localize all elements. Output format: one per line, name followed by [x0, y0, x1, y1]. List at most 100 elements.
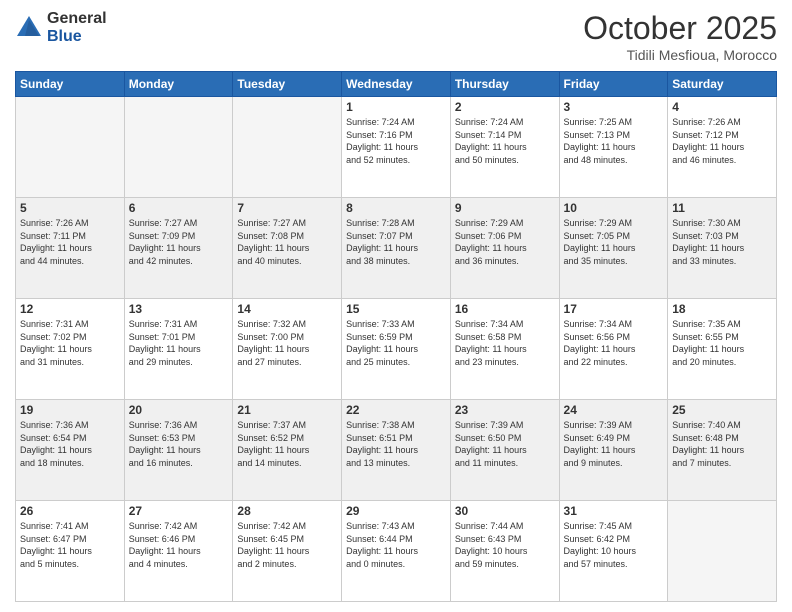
day-info: Sunrise: 7:45 AMSunset: 6:42 PMDaylight:…: [564, 520, 664, 570]
calendar-day-cell: 17 Sunrise: 7:34 AMSunset: 6:56 PMDayligh…: [559, 299, 668, 400]
day-number: 6: [129, 201, 229, 215]
day-info: Sunrise: 7:29 AMSunset: 7:06 PMDaylight:…: [455, 217, 555, 267]
day-info: Sunrise: 7:35 AMSunset: 6:55 PMDaylight:…: [672, 318, 772, 368]
day-info: Sunrise: 7:40 AMSunset: 6:48 PMDaylight:…: [672, 419, 772, 469]
day-header-sunday: Sunday: [16, 72, 125, 97]
calendar-day-cell: 8Sunrise: 7:28 AMSunset: 7:07 PMDaylight…: [342, 198, 451, 299]
calendar-day-cell: 5 Sunrise: 7:26 AMSunset: 7:11 PMDaylight…: [16, 198, 125, 299]
day-number: 29: [346, 504, 446, 518]
calendar: SundayMondayTuesdayWednesdayThursdayFrid…: [15, 71, 777, 602]
calendar-day-cell: 11 Sunrise: 7:30 AMSunset: 7:03 PMDayligh…: [668, 198, 777, 299]
day-info: Sunrise: 7:42 AMSunset: 6:45 PMDaylight:…: [237, 520, 337, 570]
calendar-day-cell: 25 Sunrise: 7:40 AMSunset: 6:48 PMDayligh…: [668, 400, 777, 501]
day-info: Sunrise: 7:34 AMSunset: 6:56 PMDaylight:…: [564, 318, 664, 368]
calendar-day-cell: 7 Sunrise: 7:27 AMSunset: 7:08 PMDaylight…: [233, 198, 342, 299]
day-info: Sunrise: 7:39 AMSunset: 6:50 PMDaylight:…: [455, 419, 555, 469]
calendar-day-cell: 22 Sunrise: 7:38 AMSunset: 6:51 PMDayligh…: [342, 400, 451, 501]
logo-text: General Blue: [47, 10, 107, 45]
calendar-header-row: SundayMondayTuesdayWednesdayThursdayFrid…: [16, 72, 777, 97]
day-number: 25: [672, 403, 772, 417]
location: Tidili Mesfioua, Morocco: [583, 47, 777, 63]
day-info: Sunrise: 7:26 AMSunset: 7:11 PMDaylight:…: [20, 217, 120, 267]
calendar-day-cell: 21Sunrise: 7:37 AMSunset: 6:52 PMDayligh…: [233, 400, 342, 501]
day-number: 5: [20, 201, 120, 215]
day-info: Sunrise: 7:33 AMSunset: 6:59 PMDaylight:…: [346, 318, 446, 368]
day-number: 20: [129, 403, 229, 417]
day-info: Sunrise: 7:36 AMSunset: 6:53 PMDaylight:…: [129, 419, 229, 469]
day-number: 7: [237, 201, 337, 215]
day-number: 14: [237, 302, 337, 316]
calendar-day-cell: [668, 501, 777, 602]
day-info: Sunrise: 7:42 AMSunset: 6:46 PMDaylight:…: [129, 520, 229, 570]
logo-blue-text: Blue: [47, 28, 107, 46]
calendar-day-cell: 4 Sunrise: 7:26 AMSunset: 7:12 PMDaylight…: [668, 97, 777, 198]
logo-general-text: General: [47, 10, 107, 28]
day-number: 17: [564, 302, 664, 316]
calendar-day-cell: 14 Sunrise: 7:32 AMSunset: 7:00 PMDayligh…: [233, 299, 342, 400]
day-number: 3: [564, 100, 664, 114]
day-info: Sunrise: 7:36 AMSunset: 6:54 PMDaylight:…: [20, 419, 120, 469]
day-info: Sunrise: 7:26 AMSunset: 7:12 PMDaylight:…: [672, 116, 772, 166]
calendar-day-cell: [233, 97, 342, 198]
title-block: October 2025 Tidili Mesfioua, Morocco: [583, 10, 777, 63]
month-title: October 2025: [583, 10, 777, 47]
calendar-day-cell: 28 Sunrise: 7:42 AMSunset: 6:45 PMDayligh…: [233, 501, 342, 602]
day-header-monday: Monday: [124, 72, 233, 97]
day-info: Sunrise: 7:43 AMSunset: 6:44 PMDaylight:…: [346, 520, 446, 570]
day-info: Sunrise: 7:27 AMSunset: 7:08 PMDaylight:…: [237, 217, 337, 267]
day-info: Sunrise: 7:41 AMSunset: 6:47 PMDaylight:…: [20, 520, 120, 570]
day-number: 31: [564, 504, 664, 518]
day-info: Sunrise: 7:32 AMSunset: 7:00 PMDaylight:…: [237, 318, 337, 368]
calendar-day-cell: 2Sunrise: 7:24 AMSunset: 7:14 PMDaylight…: [450, 97, 559, 198]
day-info: Sunrise: 7:38 AMSunset: 6:51 PMDaylight:…: [346, 419, 446, 469]
day-number: 28: [237, 504, 337, 518]
calendar-day-cell: [124, 97, 233, 198]
day-number: 15: [346, 302, 446, 316]
day-info: Sunrise: 7:37 AMSunset: 6:52 PMDaylight:…: [237, 419, 337, 469]
calendar-day-cell: 6Sunrise: 7:27 AMSunset: 7:09 PMDaylight…: [124, 198, 233, 299]
day-number: 12: [20, 302, 120, 316]
calendar-day-cell: 1 Sunrise: 7:24 AMSunset: 7:16 PMDaylight…: [342, 97, 451, 198]
calendar-day-cell: 19 Sunrise: 7:36 AMSunset: 6:54 PMDayligh…: [16, 400, 125, 501]
day-number: 30: [455, 504, 555, 518]
day-header-wednesday: Wednesday: [342, 72, 451, 97]
calendar-day-cell: 24 Sunrise: 7:39 AMSunset: 6:49 PMDayligh…: [559, 400, 668, 501]
calendar-day-cell: 31 Sunrise: 7:45 AMSunset: 6:42 PMDayligh…: [559, 501, 668, 602]
calendar-day-cell: 18 Sunrise: 7:35 AMSunset: 6:55 PMDayligh…: [668, 299, 777, 400]
calendar-day-cell: [16, 97, 125, 198]
calendar-day-cell: 15 Sunrise: 7:33 AMSunset: 6:59 PMDayligh…: [342, 299, 451, 400]
day-number: 2: [455, 100, 555, 114]
calendar-week-row: 5 Sunrise: 7:26 AMSunset: 7:11 PMDaylight…: [16, 198, 777, 299]
day-info: Sunrise: 7:44 AMSunset: 6:43 PMDaylight:…: [455, 520, 555, 570]
calendar-day-cell: 27Sunrise: 7:42 AMSunset: 6:46 PMDayligh…: [124, 501, 233, 602]
calendar-week-row: 26Sunrise: 7:41 AMSunset: 6:47 PMDayligh…: [16, 501, 777, 602]
calendar-day-cell: 10 Sunrise: 7:29 AMSunset: 7:05 PMDayligh…: [559, 198, 668, 299]
day-number: 4: [672, 100, 772, 114]
calendar-week-row: 1 Sunrise: 7:24 AMSunset: 7:16 PMDaylight…: [16, 97, 777, 198]
day-info: Sunrise: 7:30 AMSunset: 7:03 PMDaylight:…: [672, 217, 772, 267]
day-info: Sunrise: 7:24 AMSunset: 7:16 PMDaylight:…: [346, 116, 446, 166]
calendar-day-cell: 30 Sunrise: 7:44 AMSunset: 6:43 PMDayligh…: [450, 501, 559, 602]
day-header-thursday: Thursday: [450, 72, 559, 97]
calendar-day-cell: 26Sunrise: 7:41 AMSunset: 6:47 PMDayligh…: [16, 501, 125, 602]
day-number: 19: [20, 403, 120, 417]
day-info: Sunrise: 7:29 AMSunset: 7:05 PMDaylight:…: [564, 217, 664, 267]
calendar-day-cell: 13Sunrise: 7:31 AMSunset: 7:01 PMDayligh…: [124, 299, 233, 400]
day-number: 11: [672, 201, 772, 215]
day-number: 22: [346, 403, 446, 417]
calendar-day-cell: 3Sunrise: 7:25 AMSunset: 7:13 PMDaylight…: [559, 97, 668, 198]
day-header-friday: Friday: [559, 72, 668, 97]
day-number: 23: [455, 403, 555, 417]
day-number: 13: [129, 302, 229, 316]
day-number: 16: [455, 302, 555, 316]
calendar-day-cell: 12Sunrise: 7:31 AMSunset: 7:02 PMDayligh…: [16, 299, 125, 400]
logo-icon: [15, 14, 43, 42]
day-info: Sunrise: 7:39 AMSunset: 6:49 PMDaylight:…: [564, 419, 664, 469]
day-number: 1: [346, 100, 446, 114]
day-number: 18: [672, 302, 772, 316]
calendar-day-cell: 23 Sunrise: 7:39 AMSunset: 6:50 PMDayligh…: [450, 400, 559, 501]
day-info: Sunrise: 7:28 AMSunset: 7:07 PMDaylight:…: [346, 217, 446, 267]
day-number: 10: [564, 201, 664, 215]
day-number: 24: [564, 403, 664, 417]
day-info: Sunrise: 7:34 AMSunset: 6:58 PMDaylight:…: [455, 318, 555, 368]
